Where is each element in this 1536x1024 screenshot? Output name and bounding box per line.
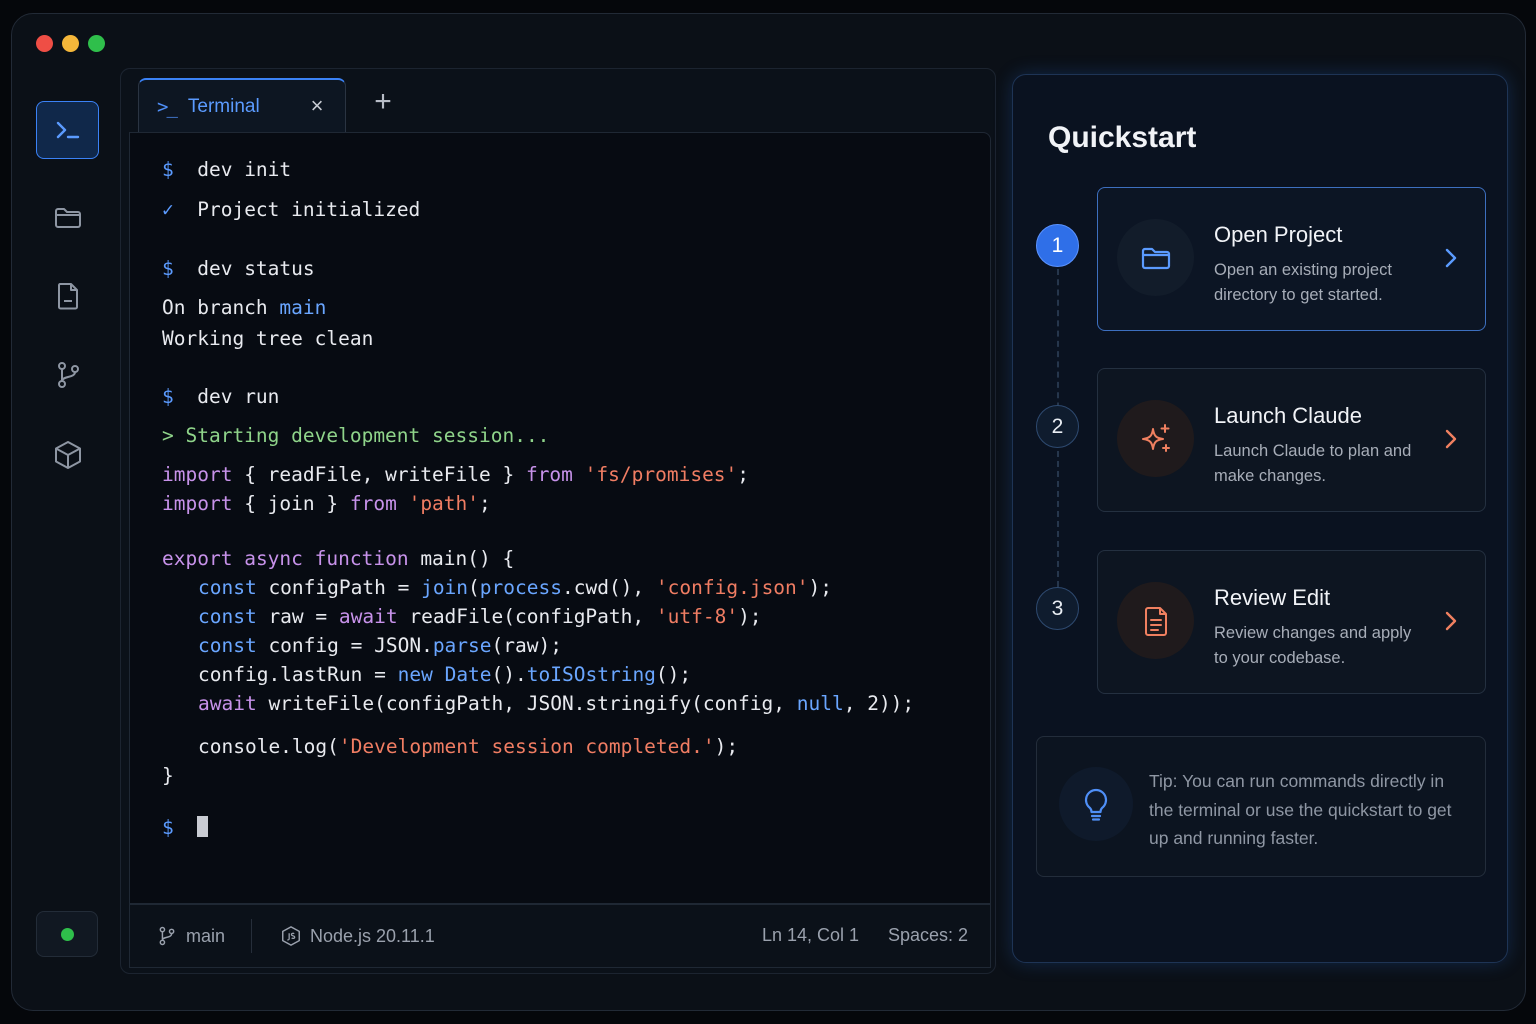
divider — [251, 919, 252, 953]
terminal-input-line[interactable]: $ — [162, 816, 209, 839]
card-title: Launch Claude — [1214, 403, 1363, 428]
code-line: const raw = await readFile(configPath, '… — [198, 605, 762, 628]
close-window-button[interactable] — [36, 35, 53, 52]
cube-icon — [54, 441, 81, 469]
terminal-output[interactable]: $ dev init ✓ Project initialized $ dev s… — [129, 132, 991, 904]
tip-icon-wrap — [1059, 767, 1133, 841]
quickstart-title: Quickstart — [1048, 121, 1197, 154]
tip-box: Tip: You can run commands directly in th… — [1036, 736, 1486, 877]
card-icon — [1117, 582, 1194, 659]
minimize-window-button[interactable] — [62, 35, 79, 52]
runtime-label: Node.js 20.11.1 — [310, 925, 435, 946]
card-description: Open an existing project directory to ge… — [1214, 261, 1392, 304]
code-line: const config = JSON.parse(raw); — [198, 634, 562, 657]
terminal-icon — [56, 121, 79, 139]
tab-terminal[interactable]: >_ Terminal × — [138, 78, 346, 133]
terminal-line: > Starting development session... — [162, 424, 550, 447]
chevron-right-icon — [1445, 429, 1457, 449]
step-number-2: 2 — [1036, 405, 1079, 448]
terminal-line: $ dev init — [162, 158, 292, 181]
code-line: export async function main() { — [162, 547, 515, 570]
terminal-line: $ dev run — [162, 385, 280, 408]
code-line: import { join } from 'path'; — [162, 492, 491, 515]
launch-claude-card[interactable]: Launch Claude Launch Claude to plan and … — [1097, 368, 1486, 512]
sidebar-item-explorer[interactable] — [36, 189, 99, 247]
code-line: await writeFile(configPath, JSON.stringi… — [198, 692, 915, 715]
indentation-setting[interactable]: Spaces: 2 — [888, 925, 968, 946]
file-icon — [57, 283, 78, 310]
cursor-position[interactable]: Ln 14, Col 1 — [762, 925, 859, 946]
open-project-card[interactable]: Open Project Open an existing project di… — [1097, 187, 1486, 331]
code-line: config.lastRun = new Date().toISOstring(… — [198, 663, 692, 686]
nodejs-icon — [282, 926, 300, 946]
code-line: const configPath = join(process.cwd(), '… — [198, 576, 833, 599]
terminal-prompt-icon: >_ — [157, 95, 178, 118]
quickstart-panel: Quickstart 1 Open Project Open an existi… — [1012, 74, 1508, 963]
card-icon — [1117, 219, 1194, 296]
chevron-right-icon — [1445, 611, 1457, 631]
code-line: } — [162, 764, 174, 787]
sidebar-item-files[interactable] — [36, 267, 99, 325]
review-edit-card[interactable]: Review Edit Review changes and apply to … — [1097, 550, 1486, 694]
sparkle-icon — [1141, 423, 1170, 452]
maximize-window-button[interactable] — [88, 35, 105, 52]
status-indicator-dot — [60, 927, 74, 941]
code-line: console.log('Development session complet… — [198, 735, 739, 758]
close-tab-icon[interactable]: × — [303, 92, 331, 120]
card-title: Review Edit — [1214, 585, 1331, 610]
step-connector — [1057, 451, 1059, 587]
connection-status[interactable] — [36, 911, 98, 957]
chevron-right-icon — [1445, 248, 1457, 268]
branch-label: main — [186, 925, 226, 946]
status-bar: main Node.js 20.11.1 Ln 14, Col 1 Spaces… — [129, 904, 991, 968]
new-tab-button[interactable]: + — [369, 87, 397, 117]
window-controls — [36, 35, 105, 52]
activity-sidebar — [12, 74, 120, 1010]
git-branch-icon — [57, 362, 79, 388]
step-number-3: 3 — [1036, 587, 1079, 630]
status-runtime[interactable]: Node.js 20.11.1 — [280, 925, 435, 947]
folder-icon — [1141, 247, 1170, 269]
sidebar-item-extensions[interactable] — [36, 426, 99, 484]
terminal-panel: >_ Terminal × + $ dev init ✓ Project ini… — [120, 68, 996, 974]
terminal-line: $ dev status — [162, 257, 315, 280]
git-branch-icon — [159, 926, 175, 946]
sidebar-item-terminal[interactable] — [36, 101, 99, 159]
status-branch[interactable]: main — [156, 925, 225, 947]
card-icon — [1117, 400, 1194, 477]
app-window: >_ Terminal × + $ dev init ✓ Project ini… — [11, 13, 1526, 1011]
step-number-1: 1 — [1036, 224, 1079, 267]
terminal-line: ✓ Project initialized — [162, 198, 421, 221]
folder-icon — [54, 208, 81, 228]
terminal-line: Working tree clean — [162, 327, 374, 350]
tip-text: Tip: You can run commands directly in th… — [1149, 771, 1452, 848]
card-title: Open Project — [1214, 222, 1343, 247]
text-cursor — [197, 816, 209, 837]
terminal-line: On branch main — [162, 296, 327, 319]
lightbulb-icon — [1084, 788, 1108, 821]
check-icon: ✓ — [162, 198, 174, 221]
document-icon — [1144, 606, 1167, 636]
code-line: import { readFile, writeFile } from 'fs/… — [162, 463, 750, 486]
card-description: Launch Claude to plan and make changes. — [1214, 442, 1412, 485]
sidebar-item-source-control[interactable] — [36, 346, 99, 404]
tab-label: Terminal — [187, 95, 260, 117]
card-description: Review changes and apply to your codebas… — [1214, 624, 1412, 667]
